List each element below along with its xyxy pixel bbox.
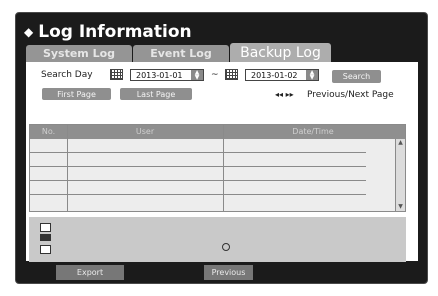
scroll-up-icon[interactable]: ▲ xyxy=(396,139,405,147)
tab-system-log[interactable]: System Log xyxy=(26,45,132,62)
column-no: No. xyxy=(41,127,56,136)
start-date-field[interactable]: 2013-01-01 ▲ ▼ xyxy=(130,69,204,81)
table-row[interactable] xyxy=(30,139,366,153)
end-date-value: 2013-01-02 xyxy=(251,71,298,80)
prev-next-arrows-icon[interactable]: ◂◂ ▸▸ xyxy=(275,90,294,99)
column-divider xyxy=(67,125,68,211)
search-button[interactable]: Search xyxy=(332,70,381,83)
scroll-down-icon[interactable]: ▼ xyxy=(396,203,405,211)
table-row[interactable] xyxy=(30,181,366,195)
backup-device-icon xyxy=(40,234,51,241)
table-row[interactable] xyxy=(30,167,366,181)
backup-log-panel: Search Day 2013-01-01 ▲ ▼ ~ 2013-01-02 ▲ ▼… xyxy=(26,62,418,262)
window-title-text: Log Information xyxy=(38,22,192,42)
column-date-time: Date/Time xyxy=(292,127,334,136)
export-button[interactable]: Export xyxy=(56,265,124,280)
diamond-icon: ◆ xyxy=(24,25,34,39)
tab-bar: System Log Event Log Backup Log xyxy=(26,43,418,62)
date-separator: ~ xyxy=(211,70,219,80)
window-title: ◆ Log Information xyxy=(24,19,192,45)
log-information-window: ◆ Log Information System Log Event Log B… xyxy=(15,12,428,284)
log-detail-area xyxy=(29,217,406,262)
backup-log-table: No. User Date/Time ▲ ▼ xyxy=(29,124,406,212)
first-page-button[interactable]: First Page xyxy=(42,88,111,100)
last-page-button[interactable]: Last Page xyxy=(120,88,192,100)
column-divider xyxy=(223,125,224,211)
table-row[interactable] xyxy=(30,195,366,209)
start-calendar-icon[interactable] xyxy=(110,69,123,80)
end-date-field[interactable]: 2013-01-02 ▲ ▼ xyxy=(245,69,319,81)
table-scrollbar[interactable]: ▲ ▼ xyxy=(395,139,405,211)
table-header: No. User Date/Time xyxy=(30,125,405,139)
prev-next-page-label[interactable]: Previous/Next Page xyxy=(307,90,394,100)
search-day-label: Search Day xyxy=(41,70,93,80)
progress-indicator-icon xyxy=(222,243,230,251)
start-date-value: 2013-01-01 xyxy=(136,71,183,80)
tab-event-log[interactable]: Event Log xyxy=(133,45,229,62)
end-calendar-icon[interactable] xyxy=(225,69,238,80)
start-date-spinner[interactable]: ▲ ▼ xyxy=(191,70,203,81)
column-user: User xyxy=(135,127,155,136)
table-row[interactable] xyxy=(30,153,366,167)
tab-backup-log[interactable]: Backup Log xyxy=(230,43,331,62)
windows-icon xyxy=(40,245,51,254)
end-date-spinner[interactable]: ▲ ▼ xyxy=(306,70,318,81)
previous-button[interactable]: Previous xyxy=(204,265,253,280)
calendar-icon xyxy=(40,223,51,232)
